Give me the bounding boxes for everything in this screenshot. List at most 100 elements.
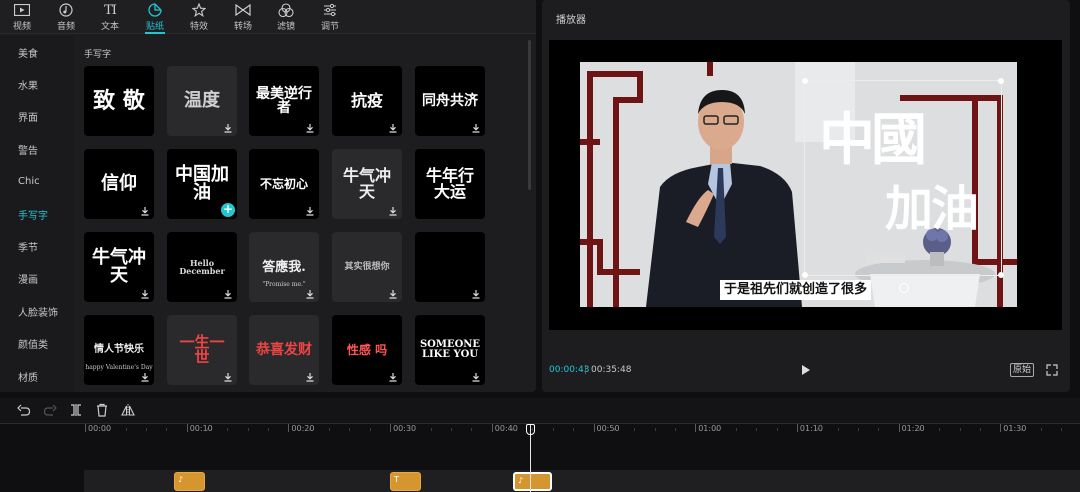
minor-tick (654, 428, 656, 431)
sticker-tile[interactable]: 最美逆行者 (249, 66, 319, 136)
tab-sticker[interactable]: 贴纸 (137, 2, 173, 34)
sticker-tile[interactable]: 牛气冲天 (84, 232, 154, 302)
sticker-tile[interactable]: 致 敬 (84, 66, 154, 136)
text-clip[interactable]: T (390, 472, 421, 491)
download-icon[interactable] (223, 123, 233, 133)
minor-tick (756, 428, 758, 431)
category-item[interactable]: 美食 (0, 36, 74, 68)
download-icon[interactable] (223, 372, 233, 382)
clip-label: T (394, 475, 399, 484)
play-icon[interactable] (800, 364, 812, 376)
sticker-tile[interactable]: 牛年行大运 (415, 149, 485, 219)
download-icon[interactable] (471, 289, 481, 299)
add-icon[interactable]: + (221, 203, 235, 217)
download-icon[interactable] (305, 372, 315, 382)
playhead-handle[interactable] (526, 424, 535, 435)
category-item[interactable]: 颜值类 (0, 328, 74, 360)
download-icon[interactable] (388, 372, 398, 382)
download-icon[interactable] (305, 289, 315, 299)
tab-filter[interactable]: 滤镜 (268, 2, 304, 32)
sticker-tile[interactable]: 不忘初心 (249, 149, 319, 219)
download-icon[interactable] (140, 206, 150, 216)
resize-handle[interactable] (998, 272, 1004, 278)
download-icon[interactable] (388, 206, 398, 216)
sticker-tile[interactable]: 一生一世 (167, 315, 237, 385)
original-ratio-button[interactable]: 原始 (1010, 363, 1035, 377)
download-icon[interactable] (140, 372, 150, 382)
tab-label: 滤镜 (276, 22, 295, 32)
tab-text[interactable]: TI 文本 (92, 2, 128, 33)
tick-mark (85, 424, 86, 432)
tab-audio[interactable]: 音频 (48, 2, 84, 32)
sticker-tile[interactable]: 同舟共济 (415, 66, 485, 136)
download-icon[interactable] (223, 289, 233, 299)
fullscreen-icon[interactable] (1046, 364, 1058, 376)
tab-effects[interactable]: 特效 (181, 2, 217, 32)
download-icon[interactable] (140, 289, 150, 299)
minor-tick (105, 428, 107, 431)
undo-icon[interactable] (17, 403, 31, 417)
sticker-tile[interactable]: Hello December (167, 232, 237, 302)
category-item[interactable]: 水果 (0, 68, 74, 100)
tick-label: 00:00 (88, 424, 112, 433)
minor-tick (939, 428, 941, 431)
sticker-tile[interactable]: 性感 吗 (332, 315, 402, 385)
delete-icon[interactable] (95, 403, 109, 417)
sticker-tile[interactable]: SOMEONE LIKE YOU (415, 315, 485, 385)
mirror-icon[interactable] (121, 403, 135, 417)
category-item[interactable]: Chic (0, 166, 74, 198)
category-item-active[interactable]: 手写字 (0, 198, 74, 230)
selected-clip[interactable]: ♪ (513, 472, 552, 491)
tab-transition[interactable]: 转场 (225, 2, 261, 32)
sticker-tile[interactable]: 信仰 (84, 149, 154, 219)
download-icon[interactable] (305, 206, 315, 216)
category-item[interactable]: 材质 (0, 360, 74, 392)
sticker-tile[interactable]: 其实很想你 (332, 232, 402, 302)
sticker-tile[interactable]: 牛气冲天 (332, 149, 402, 219)
timeline-ruler[interactable]: 00:00 00:10 00:20 00:30 00:40 00:50 01:00 01:10… (0, 424, 1080, 440)
tab-label: 特效 (189, 22, 208, 32)
sticker-tile[interactable]: 恭喜发财 (249, 315, 319, 385)
tab-video[interactable]: 视频 (4, 2, 40, 32)
download-icon[interactable] (305, 123, 315, 133)
audio-clip[interactable]: ♪ (174, 472, 205, 491)
sticker-tile[interactable]: 抗疫 (332, 66, 402, 136)
download-icon[interactable] (471, 372, 481, 382)
sticker-overlay[interactable]: 中國 加油 (802, 78, 1004, 293)
tab-adjust[interactable]: 调节 (312, 2, 348, 32)
category-item[interactable]: 界面 (0, 101, 74, 133)
rotate-handle[interactable] (899, 283, 909, 293)
minor-tick (410, 428, 412, 431)
sticker-tile[interactable]: 答應我. "Promise me." (249, 232, 319, 302)
resize-handle[interactable] (802, 78, 808, 84)
subtitle-text: 于是祖先们就创造了很多 (720, 280, 872, 300)
redo-icon[interactable] (43, 403, 57, 417)
sticker-tile[interactable]: 温度 (167, 66, 237, 136)
resize-handle[interactable] (998, 78, 1004, 84)
minor-tick (146, 428, 148, 431)
scrollbar[interactable] (528, 40, 531, 190)
download-icon[interactable] (388, 123, 398, 133)
category-item[interactable]: 警告 (0, 133, 74, 165)
minor-tick (715, 428, 717, 431)
tick-label: 00:40 (494, 424, 518, 433)
download-icon[interactable] (388, 289, 398, 299)
category-item[interactable]: 漫画 (0, 263, 74, 295)
minor-tick (776, 428, 778, 431)
effects-icon (192, 2, 206, 18)
sticker-tile[interactable] (415, 232, 485, 302)
transition-icon (235, 2, 251, 18)
category-item[interactable]: 季节 (0, 230, 74, 262)
sticker-tile[interactable]: 情人节快乐 happy Valentine's Day (84, 315, 154, 385)
audio-icon (59, 2, 73, 18)
player-panel: 播放器 中國 加油 于是祖先们就创造了很多 00:00:43 | 00:35:4… (542, 0, 1070, 392)
resize-handle[interactable] (802, 272, 808, 278)
category-item[interactable]: 人脸装饰 (0, 295, 74, 327)
download-icon[interactable] (471, 123, 481, 133)
split-icon[interactable] (69, 403, 83, 417)
preview-viewport[interactable]: 中國 加油 于是祖先们就创造了很多 (549, 40, 1062, 330)
sticker-text: 牛年行大运 (425, 166, 474, 201)
timeline-track[interactable] (84, 470, 1080, 492)
sticker-tile[interactable]: 中国加油 + (167, 149, 237, 219)
minor-tick (1040, 428, 1042, 431)
